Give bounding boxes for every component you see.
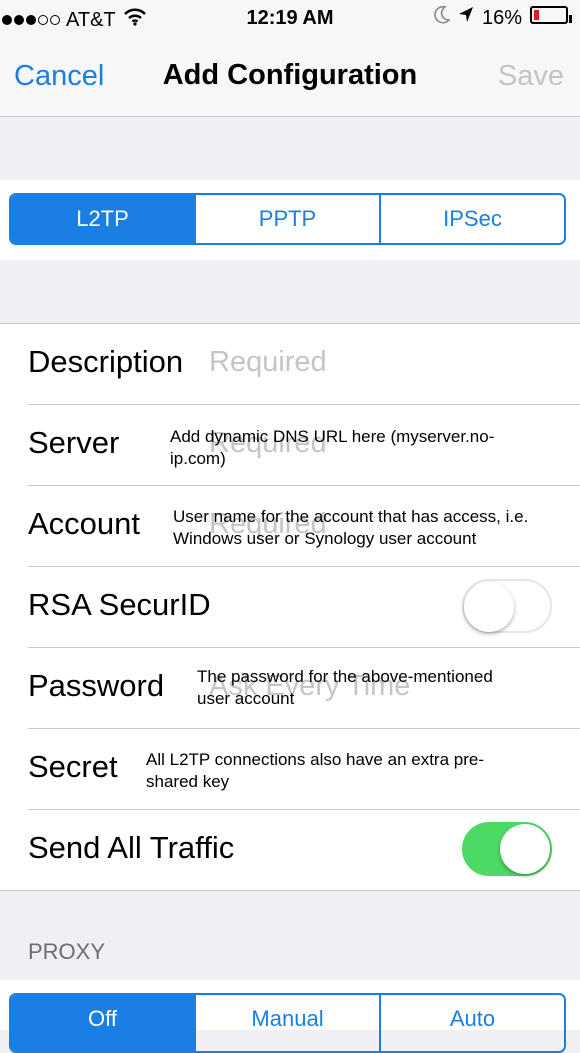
secret-annotation: All L2TP connections also have an extra … (146, 750, 484, 791)
toggle-knob (500, 824, 550, 874)
description-row[interactable]: Description Required (28, 324, 580, 405)
password-row[interactable]: Password Ask Every Time The password for… (28, 648, 580, 729)
toggle-knob (464, 582, 514, 632)
moon-icon (434, 5, 451, 30)
navigation-bar: Cancel Add Configuration Save (0, 38, 580, 117)
battery-percent: 16% (481, 6, 522, 29)
proxy-segmented-control: Off Manual Auto (9, 993, 566, 1053)
account-label: Account (28, 506, 141, 541)
segment-proxy-auto[interactable]: Auto (379, 995, 564, 1051)
rsa-securid-label: RSA SecurID (28, 587, 211, 622)
battery-level-fill (534, 10, 539, 20)
description-input[interactable]: Required (209, 346, 327, 379)
rsa-securid-row: RSA SecurID (28, 567, 580, 648)
secret-label: Secret (28, 749, 118, 784)
vpn-type-section: L2TP PPTP IPSec (0, 180, 580, 260)
proxy-section: Off Manual Auto (0, 980, 580, 1053)
battery-icon (530, 6, 572, 30)
configuration-form: Description Required Server Required Add… (0, 323, 580, 891)
page-title: Add Configuration (162, 59, 418, 91)
segment-l2tp[interactable]: L2TP (11, 195, 194, 243)
proxy-section-header: PROXY (28, 939, 106, 964)
segment-proxy-manual[interactable]: Manual (194, 995, 379, 1051)
status-bar: AT&T 12:19 AM 16% (0, 0, 580, 38)
segment-proxy-off[interactable]: Off (11, 995, 194, 1051)
send-all-traffic-label: Send All Traffic (28, 830, 235, 865)
secret-row[interactable]: Secret All L2TP connections also have an… (28, 729, 580, 810)
account-row[interactable]: Account Required User name for the accou… (28, 486, 580, 567)
send-all-traffic-toggle[interactable] (462, 822, 552, 876)
segment-pptp[interactable]: PPTP (194, 195, 379, 243)
password-annotation: The password for the above-mentioned use… (197, 667, 493, 708)
vpn-type-segmented-control: L2TP PPTP IPSec (9, 193, 566, 245)
server-label: Server (28, 425, 120, 460)
send-all-traffic-row: Send All Traffic (28, 810, 580, 890)
account-annotation: User name for the account that has acces… (173, 507, 529, 548)
status-right: 16% (434, 5, 572, 30)
server-row[interactable]: Server Required Add dynamic DNS URL here… (28, 405, 580, 486)
location-arrow-icon (458, 6, 474, 30)
description-label: Description (28, 344, 184, 379)
server-annotation: Add dynamic DNS URL here (myserver.no-ip… (170, 427, 495, 468)
rsa-securid-toggle[interactable] (462, 579, 552, 633)
segment-ipsec[interactable]: IPSec (379, 195, 564, 243)
password-label: Password (28, 668, 165, 703)
save-button[interactable]: Save (498, 60, 564, 93)
